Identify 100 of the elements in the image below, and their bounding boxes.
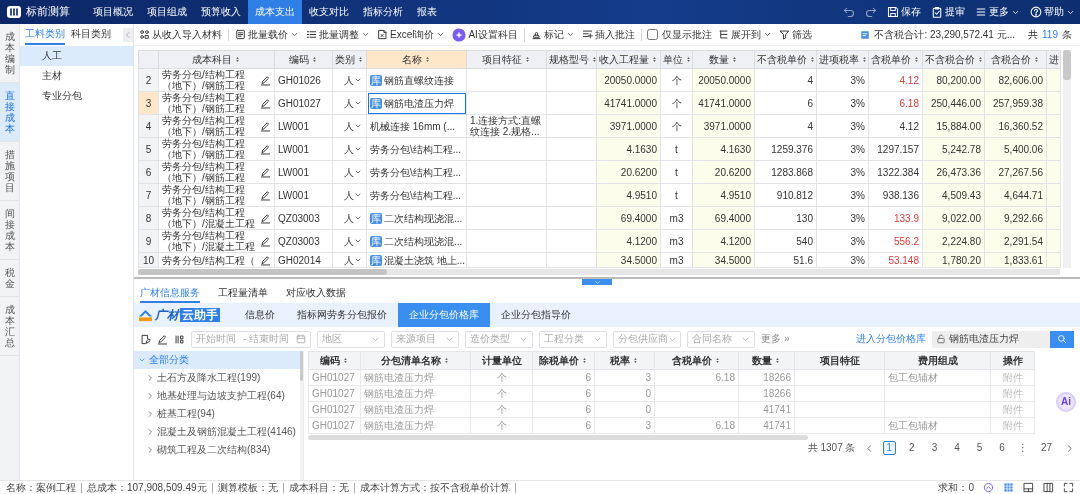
toolbar-button[interactable]: 标记 [529,28,576,41]
checkbox[interactable] [646,29,658,40]
tree-item[interactable]: 地基处理与边坡支护工程(64) [134,387,300,405]
category-item[interactable]: 专业分包 [20,86,133,106]
panel-tab[interactable]: 工程量清单 [218,285,268,303]
side-nav-item[interactable]: 间接成本 [0,201,20,260]
page-button[interactable]: 6 [995,441,1009,455]
nav-tab[interactable]: 收支对比 [302,0,356,24]
page-button[interactable]: 4 [950,441,964,455]
nav-tab[interactable]: 报表 [410,0,444,24]
collapse-handle[interactable] [582,279,612,285]
row-number[interactable]: 4 [138,114,159,138]
source-tab[interactable]: 企业分包指导价 [490,303,582,327]
column-header[interactable]: 不含税单价 [754,50,817,69]
page-button[interactable]: 27 [1036,441,1056,455]
column-header[interactable]: 分包清单名称 [360,351,471,370]
category-item[interactable]: 人工 [20,46,133,66]
column-header[interactable]: 税率 [594,351,655,370]
column-header[interactable]: 不含税合价 [922,50,985,69]
row-number[interactable]: 9 [138,229,159,253]
edit-icon[interactable] [260,120,271,132]
more-button[interactable]: 更多 [970,0,1025,24]
column-header[interactable]: 含税单价 [868,50,923,69]
row-number[interactable]: 2 [138,68,159,92]
submit-button[interactable]: 提审 [926,0,970,24]
nav-tab[interactable]: 项目组成 [140,0,194,24]
side-nav-item[interactable]: 成本汇总 [0,297,20,356]
column-header[interactable]: 进项税率 [816,50,869,69]
edit-icon[interactable] [157,333,168,345]
columns-icon[interactable] [174,333,185,345]
page-button[interactable]: 3 [927,441,942,455]
edit-icon[interactable] [260,143,271,155]
end-date-input[interactable]: 结束时间 [249,333,294,345]
fullscreen-icon[interactable] [1063,482,1074,493]
tree-item[interactable]: 土石方及降水工程(199) [134,369,300,387]
column-header[interactable]: 类别 [332,50,367,69]
row-number[interactable]: 7 [138,183,159,207]
tree-item[interactable]: 桩基工程(94) [134,405,300,423]
column-header[interactable]: 数量 [692,50,755,69]
toolbar-button[interactable]: 批量调整 [305,28,371,41]
nav-tab[interactable]: 项目概况 [86,0,140,24]
nav-tab[interactable]: 预算收入 [194,0,248,24]
edit-icon[interactable] [260,254,271,266]
page-button[interactable]: 1 [882,441,897,455]
column-header[interactable]: 名称 [366,50,467,69]
row-number[interactable]: 8 [138,206,159,230]
tree-item[interactable]: 混凝土及钢筋混凝土工程(4146) [134,423,300,441]
toolbar-button[interactable]: 筛选 [777,28,813,41]
table-icon[interactable] [1003,482,1014,493]
edit-icon[interactable] [260,189,271,201]
column-header[interactable]: 含税合价 [984,50,1047,69]
edit-icon[interactable] [260,235,271,247]
column-header[interactable]: 收入工程量 [596,50,661,69]
side-nav-item[interactable]: 直接成本 [0,83,20,142]
columns-icon[interactable] [1043,482,1054,493]
category-item[interactable]: 主材 [20,66,133,86]
edit-icon[interactable] [260,212,271,224]
toolbar-button[interactable]: Excel询价 [376,28,447,41]
edit-icon[interactable] [260,97,271,109]
column-header[interactable]: 含税单价 [654,351,739,370]
page-button[interactable]: 2 [905,441,919,455]
page-button[interactable]: 5 [972,441,987,455]
search-field[interactable]: 钢筋电渣压力焊 [932,330,1050,348]
checkbox-label[interactable]: 仅显示批注 [661,28,712,41]
column-header[interactable]: 规格型号 [546,50,597,69]
panel-tab[interactable]: 对应收入数据 [286,285,346,303]
tree-item[interactable]: 砌筑工程及二次结构(834) [134,441,300,459]
column-header[interactable]: 数量 [738,351,795,370]
nav-tab[interactable]: 指标分析 [356,0,410,24]
column-header[interactable]: 除税单价 [532,351,595,370]
horizontal-scrollbar[interactable] [308,435,808,440]
vertical-scrollbar[interactable] [1063,50,1071,268]
column-header[interactable]: 编码 [274,50,333,69]
ai-assistant-button[interactable]: Ai [1056,392,1076,412]
side-nav-item[interactable]: 税金 [0,260,20,297]
toolbar-button[interactable]: 展开到 [716,28,773,41]
column-header[interactable]: 项目特征 [794,351,885,370]
nav-tab[interactable]: 成本支出 [248,0,302,24]
column-header[interactable]: 编码 [308,351,361,370]
column-header[interactable]: 费用组成 [884,351,991,370]
row-number[interactable]: 5 [138,137,159,161]
source-tab[interactable]: 信息价 [234,303,286,327]
row-number[interactable]: 3 [138,91,159,115]
help-button[interactable]: 帮助 [1025,0,1080,24]
column-header[interactable]: 单位 [660,50,693,69]
edit-icon[interactable] [260,74,271,86]
toolbar-button[interactable]: AI设置科目 [451,27,525,42]
more-link[interactable]: 更多 » [761,333,790,345]
start-date-input[interactable]: 开始时间 [196,333,240,345]
panel-icon[interactable] [1023,482,1034,493]
column-header[interactable]: 操作 [990,351,1035,370]
search-button[interactable] [1050,330,1074,348]
library-link[interactable]: 进入分包价格库 [856,333,926,345]
arrow-circle-icon[interactable] [983,482,994,493]
source-tab[interactable]: 指标网劳务分包报价 [286,303,398,327]
column-header[interactable]: 项目特征 [466,50,547,69]
edit-document-icon[interactable] [140,333,151,345]
horizontal-scrollbar[interactable] [138,269,1060,275]
side-nav-item[interactable]: 措施项目 [0,142,20,201]
column-header[interactable]: 成本科目 [158,50,275,69]
